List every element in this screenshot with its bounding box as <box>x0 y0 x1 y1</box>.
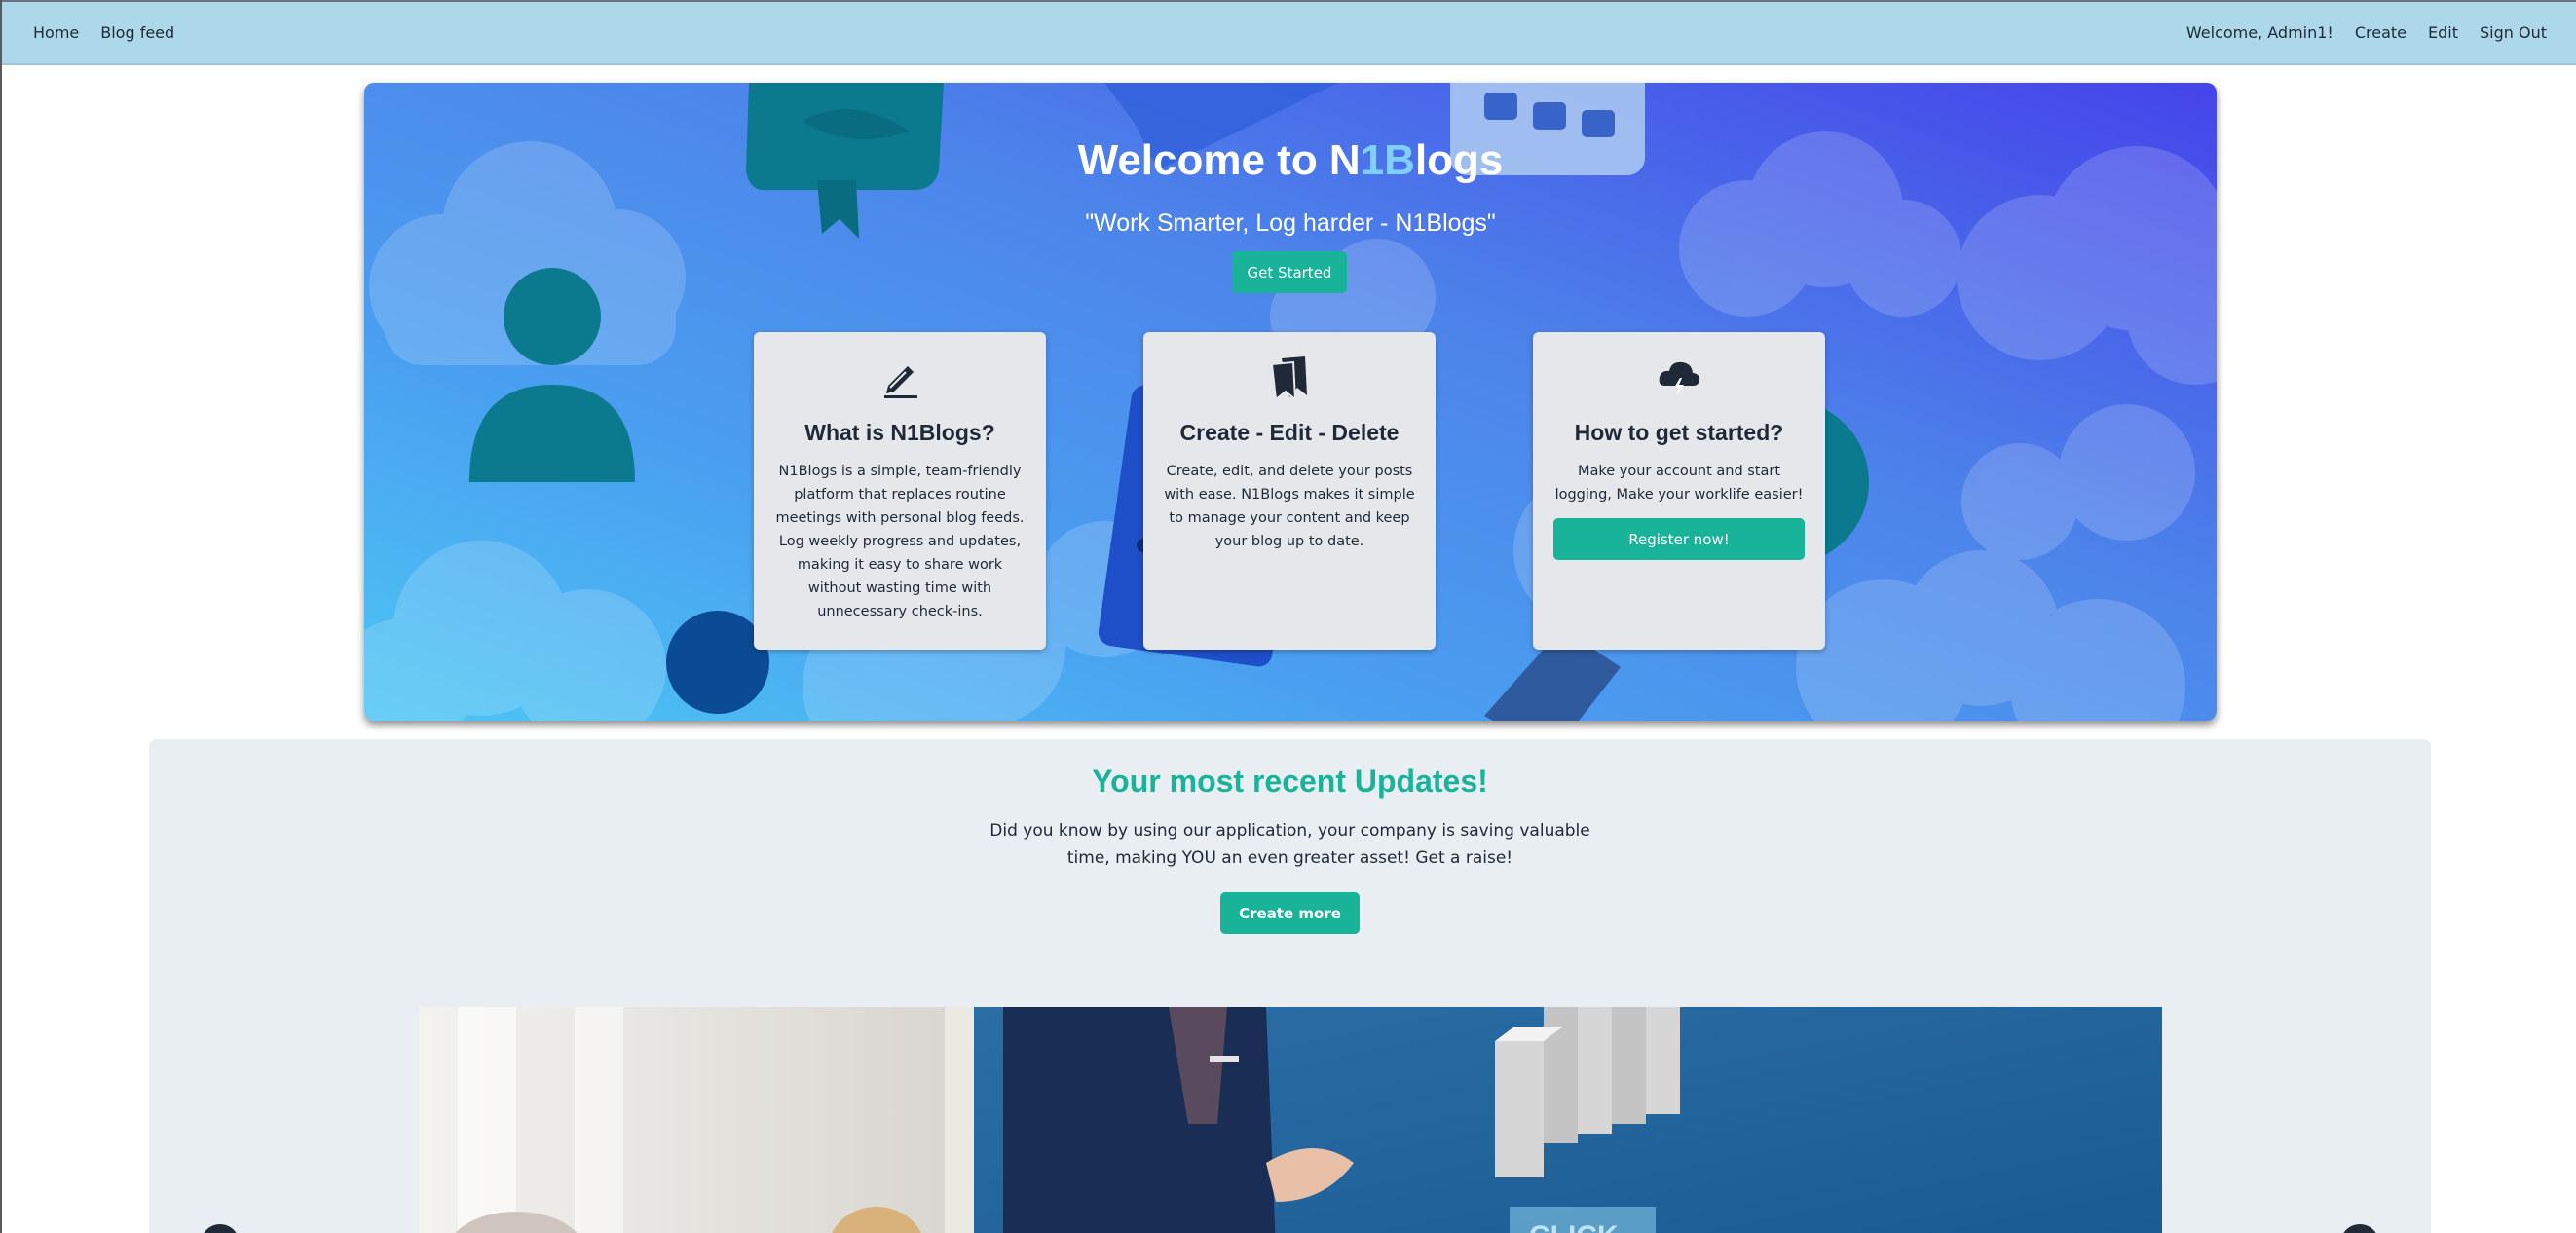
nav-create-link[interactable]: Create <box>2355 23 2407 42</box>
svg-text:CLICK: CLICK <box>1529 1220 1619 1233</box>
bookmarks-icon <box>1163 354 1416 402</box>
info-card-about: What is N1Blogs? N1Blogs is a simple, te… <box>754 332 1046 650</box>
updates-description: Did you know by using our application, y… <box>989 821 1590 868</box>
pencil-icon <box>773 354 1027 402</box>
nav-blog-feed-link[interactable]: Blog feed <box>100 23 174 42</box>
info-card-get-started: How to get started? Make your account an… <box>1533 332 1825 650</box>
card-description: N1Blogs is a simple, team-friendly platf… <box>775 464 1025 619</box>
card-description: Make your account and start logging, Mak… <box>1554 464 1804 503</box>
create-more-button[interactable]: Create more <box>1220 892 1360 934</box>
nav-right: Welcome, Admin1! Create Edit Sign Out <box>2186 23 2547 42</box>
welcome-text: Welcome, Admin1! <box>2185 23 2333 42</box>
top-navbar: Home Blog feed Welcome, Admin1! Create E… <box>2 0 2576 65</box>
cloud-lightning-icon <box>1552 354 1806 402</box>
register-now-button[interactable]: Register now! <box>1553 518 1805 560</box>
nav-edit-link[interactable]: Edit <box>2428 23 2458 42</box>
nav-sign-out-link[interactable]: Sign Out <box>2480 23 2547 42</box>
carousel-slide-image: CLICK <box>419 1007 2162 1233</box>
nav-home-link[interactable]: Home <box>33 23 79 42</box>
recent-updates-section: Your most recent Updates! Did you know b… <box>149 739 2431 1233</box>
get-started-button[interactable]: Get Started <box>1232 251 1347 293</box>
hero-tagline: "Work Smarter, Log harder - N1Blogs" <box>1085 209 1496 237</box>
card-title: Create - Edit - Delete <box>1179 420 1400 445</box>
carousel-next-button[interactable] <box>2340 1224 2379 1233</box>
info-card-crud: Create - Edit - Delete Create, edit, and… <box>1143 332 1436 650</box>
carousel-prev-button[interactable] <box>201 1224 240 1233</box>
card-title: What is N1Blogs? <box>804 420 995 445</box>
hero-banner: Welcome to N1Blogs "Work Smarter, Log ha… <box>364 83 2217 721</box>
card-description: Create, edit, and delete your posts with… <box>1164 464 1415 549</box>
nav-left: Home Blog feed <box>33 23 174 42</box>
hero-title: Welcome to N1Blogs <box>1077 136 1504 184</box>
card-title: How to get started? <box>1574 420 1784 445</box>
updates-title: Your most recent Updates! <box>1092 764 1488 799</box>
